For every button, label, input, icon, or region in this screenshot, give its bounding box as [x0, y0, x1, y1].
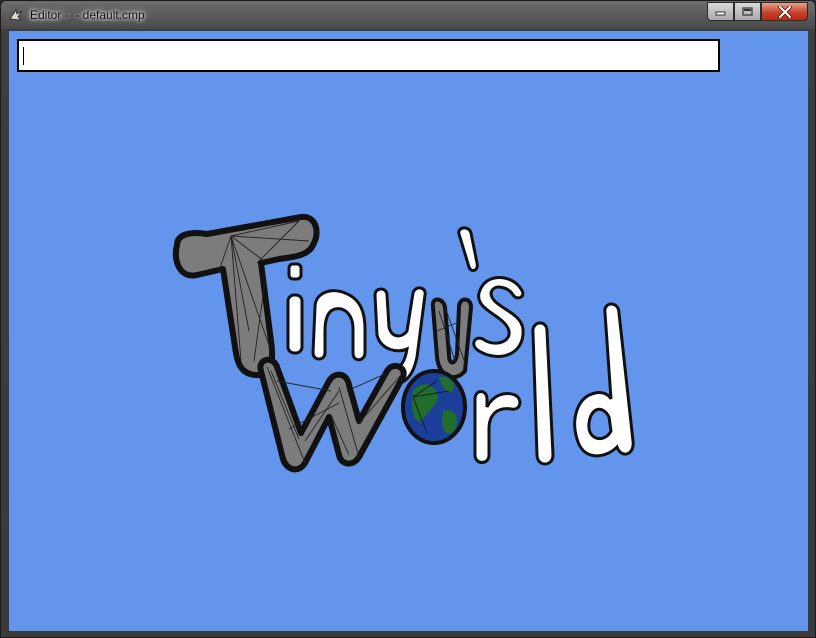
- maximize-button[interactable]: [734, 2, 761, 21]
- apostrophe: [457, 226, 479, 272]
- letter-w: [257, 356, 407, 473]
- tinys-world-logo: [172, 213, 635, 473]
- window-title: Editor - - default.cmp: [30, 8, 145, 22]
- app-icon: [9, 9, 23, 21]
- window-controls: [707, 2, 808, 21]
- letter-i-stem: [286, 293, 304, 355]
- maximize-icon: [742, 7, 753, 16]
- globe-icon: [401, 369, 467, 445]
- logo-word-tinys: [172, 213, 525, 386]
- editor-window: Editor - - default.cmp: [0, 0, 816, 638]
- minimize-icon: [715, 11, 726, 16]
- letter-u: [430, 297, 474, 380]
- close-icon: [777, 5, 792, 18]
- letter-s: [472, 276, 525, 358]
- close-button[interactable]: [761, 2, 808, 21]
- letter-d: [573, 302, 635, 458]
- title-bar[interactable]: Editor - - default.cmp: [1, 1, 815, 29]
- minimize-button[interactable]: [707, 2, 734, 21]
- letter-l: [531, 321, 555, 466]
- letter-r: [473, 390, 522, 464]
- letter-i-dot: [287, 262, 303, 281]
- letter-n: [311, 289, 367, 362]
- editor-canvas[interactable]: [9, 31, 808, 631]
